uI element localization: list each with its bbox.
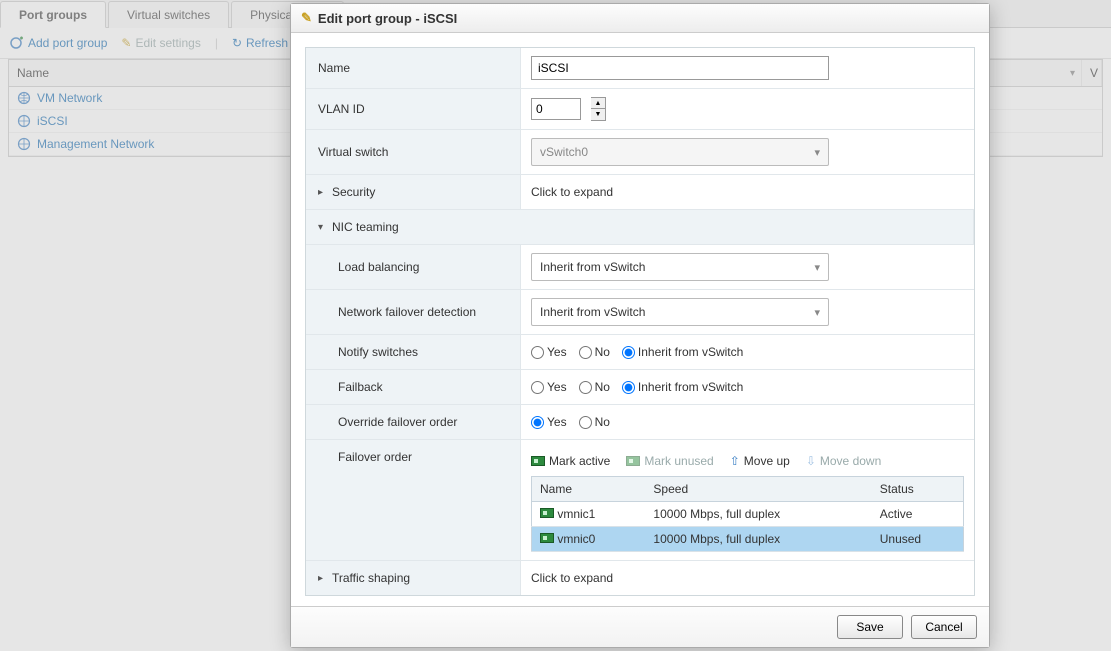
nic-icon — [540, 508, 554, 518]
edit-port-group-dialog: ✎ Edit port group - iSCSI Name VLAN ID ▲… — [290, 3, 990, 648]
mark-unused-button[interactable]: Mark unused — [626, 454, 713, 468]
override-failover-label: Override failover order — [306, 405, 521, 439]
move-down-button[interactable]: ⇩ Move down — [806, 454, 881, 468]
vlan-id-label: VLAN ID — [306, 89, 521, 129]
vlan-up-button[interactable]: ▲ — [591, 98, 605, 109]
dialog-title: Edit port group - iSCSI — [318, 11, 457, 26]
failover-order-label: Failover order — [306, 440, 521, 560]
failback-inherit-radio[interactable]: Inherit from vSwitch — [622, 380, 743, 394]
mark-active-button[interactable]: Mark active — [531, 454, 610, 468]
virtual-switch-label: Virtual switch — [306, 130, 521, 174]
failback-yes-radio[interactable]: Yes — [531, 380, 567, 394]
move-up-button[interactable]: ⇧ Move up — [730, 454, 790, 468]
name-input[interactable] — [531, 56, 829, 80]
traffic-shaping-toggle[interactable]: ▸ Traffic shaping — [306, 561, 521, 595]
notify-yes-radio[interactable]: Yes — [531, 345, 567, 359]
security-toggle[interactable]: ▸ Security — [306, 175, 521, 209]
chevron-down-icon: ▾ — [814, 306, 820, 319]
arrow-up-icon: ⇧ — [730, 454, 740, 468]
chevron-down-icon: ▾ — [814, 261, 820, 274]
nic-teaming-toggle[interactable]: ▾ NIC teaming — [306, 210, 974, 244]
name-label: Name — [306, 48, 521, 88]
load-balancing-select[interactable]: Inherit from vSwitch ▾ — [531, 253, 829, 281]
failback-no-radio[interactable]: No — [579, 380, 610, 394]
chevron-down-icon: ▾ — [814, 146, 820, 159]
failback-label: Failback — [306, 370, 521, 404]
dialog-body: Name VLAN ID ▲ ▼ Virtual switch — [291, 33, 989, 606]
fo-col-name[interactable]: Name — [532, 477, 646, 502]
override-no-radio[interactable]: No — [579, 415, 610, 429]
caret-down-icon: ▾ — [318, 222, 326, 233]
pencil-icon: ✎ — [301, 10, 312, 26]
nic-icon — [540, 533, 554, 543]
vlan-id-input[interactable] — [531, 98, 581, 120]
failover-row[interactable]: vmnic1 10000 Mbps, full duplex Active — [532, 502, 964, 527]
virtual-switch-select[interactable]: vSwitch0 ▾ — [531, 138, 829, 166]
failover-detection-label: Network failover detection — [306, 290, 521, 334]
load-balancing-label: Load balancing — [306, 245, 521, 289]
caret-right-icon: ▸ — [318, 573, 326, 584]
failover-order-table: Name Speed Status vmnic1 10000 Mbps, ful… — [531, 476, 964, 552]
security-value[interactable]: Click to expand — [521, 175, 974, 209]
dialog-footer: Save Cancel — [291, 606, 989, 647]
traffic-shaping-value[interactable]: Click to expand — [521, 561, 974, 595]
notify-switches-label: Notify switches — [306, 335, 521, 369]
vlan-id-spinner: ▲ ▼ — [591, 97, 606, 121]
save-button[interactable]: Save — [837, 615, 903, 639]
dialog-title-bar: ✎ Edit port group - iSCSI — [291, 4, 989, 33]
failover-row[interactable]: vmnic0 10000 Mbps, full duplex Unused — [532, 527, 964, 552]
arrow-down-icon: ⇩ — [806, 454, 816, 468]
failover-detection-select[interactable]: Inherit from vSwitch ▾ — [531, 298, 829, 326]
failover-order-toolbar: Mark active Mark unused ⇧ Move up — [531, 450, 964, 476]
caret-right-icon: ▸ — [318, 187, 326, 198]
vlan-down-button[interactable]: ▼ — [591, 109, 605, 120]
notify-no-radio[interactable]: No — [579, 345, 610, 359]
fo-col-speed[interactable]: Speed — [645, 477, 871, 502]
nic-icon — [531, 456, 545, 466]
fo-col-status[interactable]: Status — [872, 477, 964, 502]
notify-inherit-radio[interactable]: Inherit from vSwitch — [622, 345, 743, 359]
nic-icon — [626, 456, 640, 466]
override-yes-radio[interactable]: Yes — [531, 415, 567, 429]
cancel-button[interactable]: Cancel — [911, 615, 977, 639]
